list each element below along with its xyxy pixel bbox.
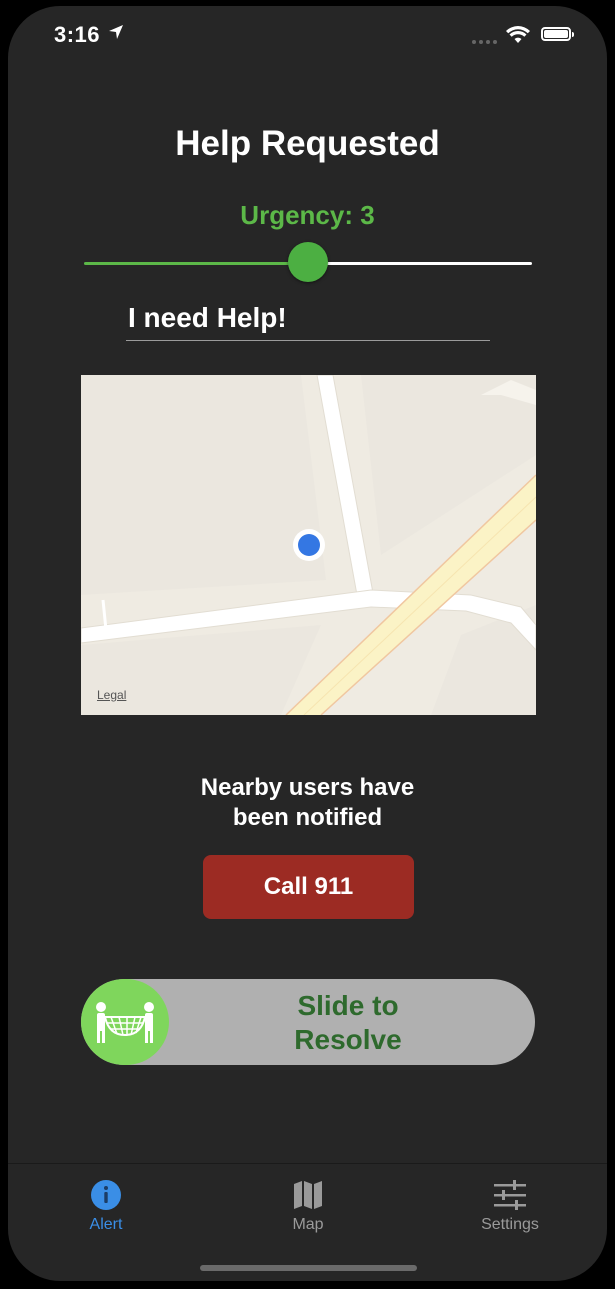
- wifi-icon: [506, 26, 530, 43]
- home-indicator: [200, 1265, 417, 1271]
- page-title: Help Requested: [175, 124, 440, 163]
- notified-line-1: Nearby users have: [200, 774, 415, 801]
- info-icon: [91, 1180, 121, 1210]
- tab-bar: Alert Map Settings: [8, 1163, 607, 1281]
- map-icon: [294, 1181, 322, 1209]
- resolve-slider-handle[interactable]: [81, 979, 169, 1065]
- current-location-dot-icon: [293, 529, 325, 561]
- help-message-field[interactable]: I need Help!: [126, 302, 490, 341]
- phone-screen: 3:16 Help Requested Urgency: 3 I need He…: [8, 6, 607, 1281]
- call-911-button[interactable]: Call 911: [203, 855, 414, 919]
- urgency-slider-fill: [84, 262, 308, 265]
- resolve-label-line-2: Resolve: [294, 1024, 402, 1055]
- slide-to-resolve[interactable]: Slide to Resolve: [81, 979, 535, 1065]
- resolve-label: Slide to Resolve: [191, 989, 535, 1057]
- notified-message: Nearby users have been notified: [8, 773, 607, 833]
- status-time: 3:16: [54, 22, 101, 47]
- location-map[interactable]: Legal: [81, 375, 536, 715]
- location-arrow-icon: [109, 25, 123, 39]
- tab-map-label: Map: [292, 1216, 324, 1233]
- notified-line-2: been notified: [232, 804, 383, 831]
- tab-alert[interactable]: Alert: [46, 1178, 166, 1234]
- signal-dots-icon: [472, 40, 497, 44]
- status-bar: 3:16: [8, 6, 607, 66]
- map-legal-link[interactable]: Legal: [97, 688, 126, 702]
- tab-map[interactable]: Map: [248, 1178, 368, 1234]
- urgency-slider[interactable]: [84, 242, 532, 284]
- people-carrying-net-icon: [96, 1002, 154, 1043]
- help-message-text: I need Help!: [128, 302, 287, 333]
- urgency-label: Urgency: 3: [240, 200, 375, 230]
- urgency-slider-thumb[interactable]: [288, 242, 328, 282]
- sliders-icon: [494, 1180, 526, 1210]
- urgency-slider-track: [308, 262, 532, 265]
- battery-icon: [541, 27, 574, 41]
- resolve-label-line-1: Slide to: [297, 990, 399, 1021]
- tab-alert-label: Alert: [89, 1216, 123, 1233]
- tab-settings[interactable]: Settings: [450, 1178, 570, 1234]
- tab-settings-label: Settings: [481, 1216, 539, 1233]
